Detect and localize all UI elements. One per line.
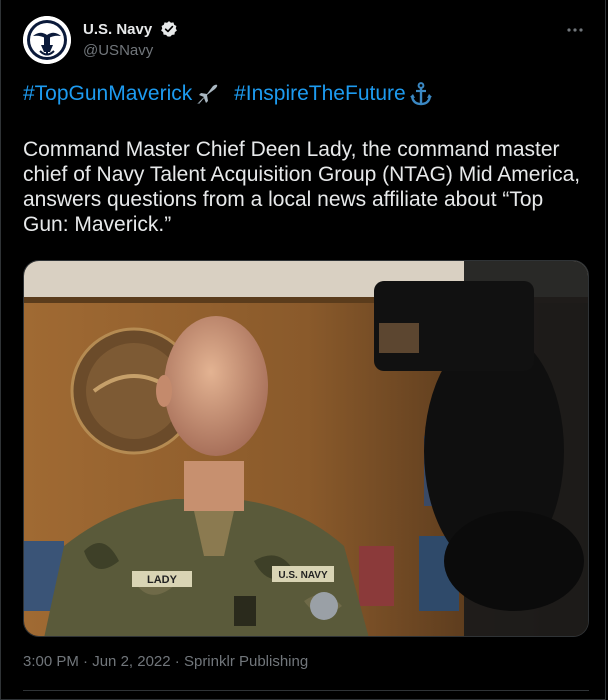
meta-separator: ·: [170, 653, 184, 670]
meta-separator: ·: [78, 653, 93, 670]
more-options-icon[interactable]: [563, 20, 587, 40]
account-handle[interactable]: @USNavy: [83, 42, 178, 59]
photo-image: LADY U.S. NAVY: [24, 261, 588, 636]
anchor-icon: [409, 82, 432, 106]
tweet-header: U.S. Navy @USNavy: [23, 14, 593, 64]
branch-tape-text: U.S. NAVY: [278, 570, 328, 581]
tweet-source[interactable]: Sprinklr Publishing: [184, 653, 308, 670]
divider: [23, 690, 589, 691]
hashtag-link[interactable]: #TopGunMaverick: [23, 82, 192, 105]
name-tape-text: LADY: [147, 574, 178, 586]
account-names: U.S. Navy @USNavy: [83, 20, 178, 59]
avatar[interactable]: [23, 16, 71, 64]
navy-seal-logo: [23, 16, 71, 64]
fighter-jet-icon: [197, 85, 218, 105]
tweet-text: Command Master Chief Deen Lady, the comm…: [23, 138, 581, 236]
tweet-time[interactable]: 3:00 PM: [23, 653, 79, 670]
tweet-meta: 3:00 PM · Jun 2, 2022 · Sprinklr Publish…: [23, 653, 308, 670]
hashtag-link[interactable]: #InspireTheFuture: [234, 82, 406, 105]
tweet-photo[interactable]: LADY U.S. NAVY: [23, 260, 589, 637]
tweet-card: U.S. Navy @USNavy #TopGunMaverick #Inspi…: [0, 0, 606, 700]
verified-badge-icon: [160, 21, 177, 37]
display-name[interactable]: U.S. Navy: [83, 21, 152, 38]
tweet-date[interactable]: Jun 2, 2022: [92, 653, 170, 670]
hashtag-line: #TopGunMaverick #InspireTheFuture: [23, 80, 442, 108]
